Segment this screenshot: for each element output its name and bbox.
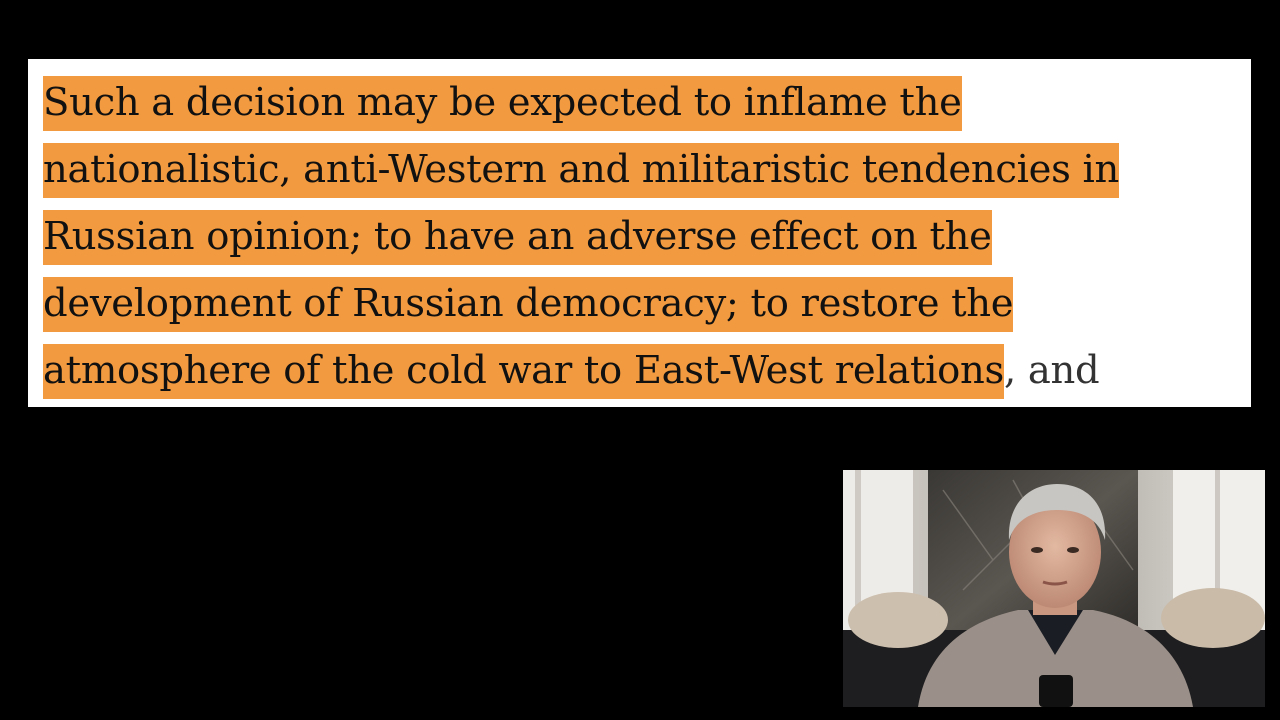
highlighted-text: Such a decision may be expected to infla… [43, 76, 962, 131]
eye-left [1031, 547, 1043, 553]
quote-line-1: Such a decision may be expected to infla… [43, 69, 1248, 136]
unhighlighted-text: , and [1004, 348, 1100, 393]
highlighted-text: development of Russian democracy; to res… [43, 277, 1014, 332]
highlighted-text: Russian opinion; to have an adverse effe… [43, 210, 992, 265]
fur-pillow-left [848, 592, 948, 648]
highlighted-text: atmosphere of the cold war to East-West … [43, 344, 1004, 399]
quote-text: Such a decision may be expected to infla… [43, 69, 1248, 404]
quote-line-4: development of Russian democracy; to res… [43, 270, 1248, 337]
quote-line-2: nationalistic, anti-Western and militari… [43, 136, 1248, 203]
highlighted-text: nationalistic, anti-Western and militari… [43, 143, 1119, 198]
fur-pillow-right [1161, 588, 1265, 648]
quote-line-5: atmosphere of the cold war to East-West … [43, 337, 1248, 404]
microphone [1039, 675, 1073, 707]
webcam-scene [843, 470, 1265, 707]
video-frame: Such a decision may be expected to infla… [0, 0, 1280, 720]
quote-line-3: Russian opinion; to have an adverse effe… [43, 203, 1248, 270]
eye-right [1067, 547, 1079, 553]
quote-card: Such a decision may be expected to infla… [28, 59, 1251, 407]
webcam-overlay [843, 470, 1265, 707]
